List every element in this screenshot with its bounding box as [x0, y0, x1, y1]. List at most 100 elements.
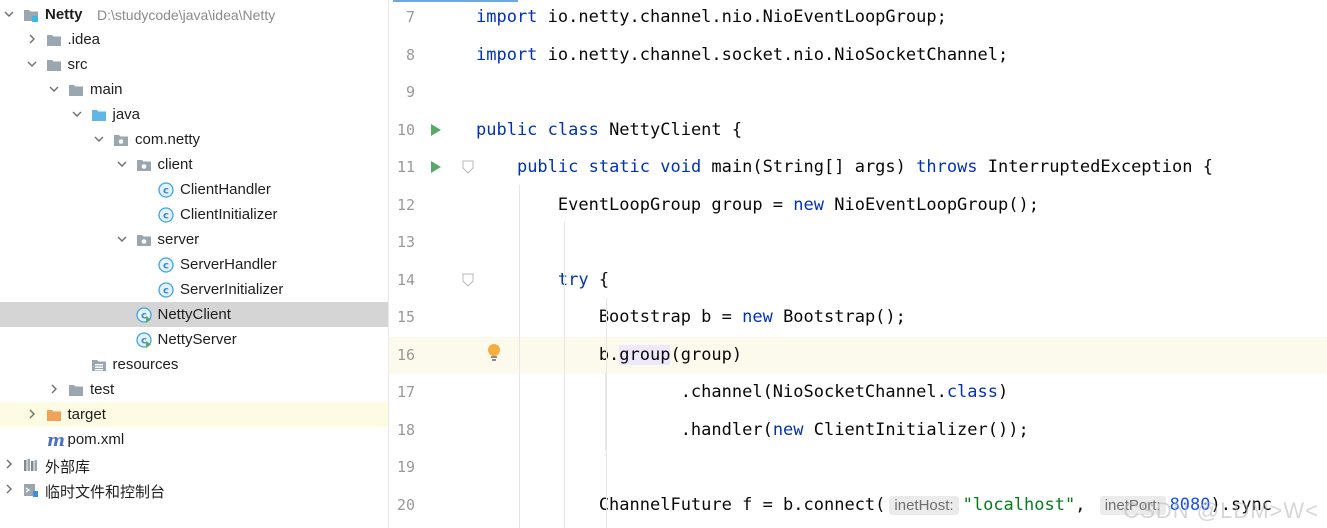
code-token: b. [476, 344, 620, 365]
tree-item-server[interactable]: server [0, 227, 388, 252]
tree-item-label: pom.xml [67, 431, 125, 448]
code-line[interactable]: 16 b.group(group) [389, 336, 1327, 374]
tree-item-serverhandler[interactable]: c ServerHandler [0, 252, 388, 277]
tree-item-clienthandler[interactable]: c ClientHandler [0, 177, 388, 202]
code-line[interactable]: 8 import io.netty.channel.socket.nio.NioS… [389, 37, 1327, 75]
tree-item-client[interactable]: client [0, 152, 388, 177]
chevron-down-icon[interactable] [72, 109, 82, 119]
code-token: ChannelFuture f = b.connect( [476, 494, 886, 515]
code-editor[interactable]: 7 import io.netty.channel.nio.NioEventLoo… [388, 0, 1327, 528]
tree-item-label: ServerHandler [180, 256, 277, 273]
resources-folder-icon [91, 357, 107, 373]
indent-guide [606, 298, 607, 528]
line-number: 15 [396, 308, 415, 326]
code-line[interactable]: 19 [389, 449, 1327, 487]
chevron-right-icon[interactable] [27, 409, 37, 419]
code-token: class [946, 382, 998, 402]
tree-item-label: client [157, 156, 193, 173]
tree-item-com-netty[interactable]: com.netty [0, 127, 388, 152]
code-line[interactable]: 9 [389, 74, 1327, 112]
tree-item-resources[interactable]: resources [0, 352, 388, 377]
tree-item-target[interactable]: target [0, 402, 388, 427]
tree-item-src[interactable]: src [0, 52, 388, 77]
tree-item-nettyserver[interactable]: c NettyServer [0, 327, 388, 352]
line-number: 11 [396, 158, 415, 176]
code-token: new [793, 194, 824, 215]
indent-guide [564, 222, 565, 528]
tree-item-pom-xml[interactable]: m pom.xml [0, 427, 388, 452]
fold-icon[interactable] [462, 160, 474, 174]
code-line[interactable]: 11 public static void main(String[] args… [389, 149, 1327, 187]
fold-icon[interactable] [462, 273, 474, 287]
folder-icon [46, 57, 62, 73]
class-icon: c [158, 207, 174, 223]
code-token: NettyClient { [598, 119, 743, 140]
code-token: throws [916, 157, 978, 177]
tree-item-label: src [67, 56, 88, 73]
class-icon: c [158, 182, 174, 198]
code-line[interactable]: 15 Bootstrap b = new Bootstrap(); [389, 299, 1327, 337]
tree-item-label: Netty [45, 6, 83, 23]
chevron-right-icon[interactable] [4, 484, 14, 494]
chevron-down-icon[interactable] [49, 84, 59, 94]
chevron-down-icon[interactable] [117, 159, 127, 169]
chevron-right-icon[interactable] [4, 459, 14, 469]
chevron-down-icon[interactable] [27, 59, 37, 69]
code-line[interactable]: 10 public class NettyClient { [389, 112, 1327, 150]
code-line[interactable]: 14 try { [389, 262, 1327, 300]
excluded-folder-icon [46, 407, 62, 423]
tree-item-label: test [90, 381, 115, 398]
watermark: CSDN @LDM>W< [1123, 498, 1319, 523]
code-line[interactable]: 17 .channel(NioSocketChannel.class) [389, 374, 1327, 412]
code-token: , [1075, 494, 1096, 515]
tree-item-netty[interactable]: Netty D:\studycode\java\idea\Netty [0, 2, 388, 27]
code-token: "localhost" [962, 494, 1076, 515]
tree-item-临时文件和控制台[interactable]: 临时文件和控制台 [0, 477, 388, 502]
code-token: (group) [670, 344, 743, 365]
code-text: .handler(new ClientInitializer()); [476, 420, 1029, 440]
code-token: { [588, 269, 610, 290]
code-token: EventLoopGroup group = [476, 194, 794, 215]
tree-item-clientinitializer[interactable]: c ClientInitializer [0, 202, 388, 227]
tree-item-nettyclient[interactable]: c NettyClient [0, 302, 388, 327]
tree-item-label: .idea [67, 31, 101, 48]
chevron-down-icon[interactable] [117, 234, 127, 244]
tree-item-外部库[interactable]: 外部库 [0, 452, 388, 477]
package-icon [113, 132, 129, 148]
tree-item-label: com.netty [135, 131, 201, 148]
folder-icon [46, 32, 62, 48]
code-line[interactable]: 18 .handler(new ClientInitializer()); [389, 412, 1327, 450]
chevron-down-icon[interactable] [4, 9, 14, 19]
tree-item-label: ServerInitializer [180, 281, 284, 298]
code-text: try { [476, 270, 609, 290]
svg-text:c: c [163, 261, 169, 272]
code-line[interactable]: 13 [389, 224, 1327, 262]
chevron-right-icon[interactable] [27, 34, 37, 44]
line-number: 17 [396, 383, 415, 401]
line-number: 18 [396, 420, 415, 439]
project-tree[interactable]: Netty D:\studycode\java\idea\Netty .idea sr… [0, 0, 388, 528]
tree-item-label: 临时文件和控制台 [45, 484, 166, 501]
tree-item-java[interactable]: java [0, 102, 388, 127]
code-line[interactable]: 7 import io.netty.channel.nio.NioEventLoo… [389, 0, 1327, 37]
run-gutter-icon[interactable] [429, 160, 443, 174]
runnable-class-icon: c [135, 307, 152, 323]
chevron-down-icon[interactable] [94, 134, 104, 144]
tree-item-test[interactable]: test [0, 377, 388, 402]
svg-text:c: c [163, 211, 169, 222]
tree-item-serverinitializer[interactable]: c ServerInitializer [0, 277, 388, 302]
tree-item-label: target [67, 406, 106, 423]
run-gutter-icon[interactable] [429, 123, 443, 137]
package-icon [136, 157, 152, 173]
code-token: ) [998, 382, 1009, 402]
folder-icon [68, 382, 84, 398]
tree-item--idea[interactable]: .idea [0, 27, 388, 52]
code-line[interactable]: 12 EventLoopGroup group = new NioEventLo… [389, 187, 1327, 225]
tree-item-main[interactable]: main [0, 77, 388, 102]
code-token: io.netty.channel.nio.NioEventLoopGroup; [537, 7, 947, 27]
chevron-right-icon[interactable] [49, 384, 59, 394]
folder-icon [68, 82, 84, 98]
line-number: 16 [396, 345, 415, 364]
